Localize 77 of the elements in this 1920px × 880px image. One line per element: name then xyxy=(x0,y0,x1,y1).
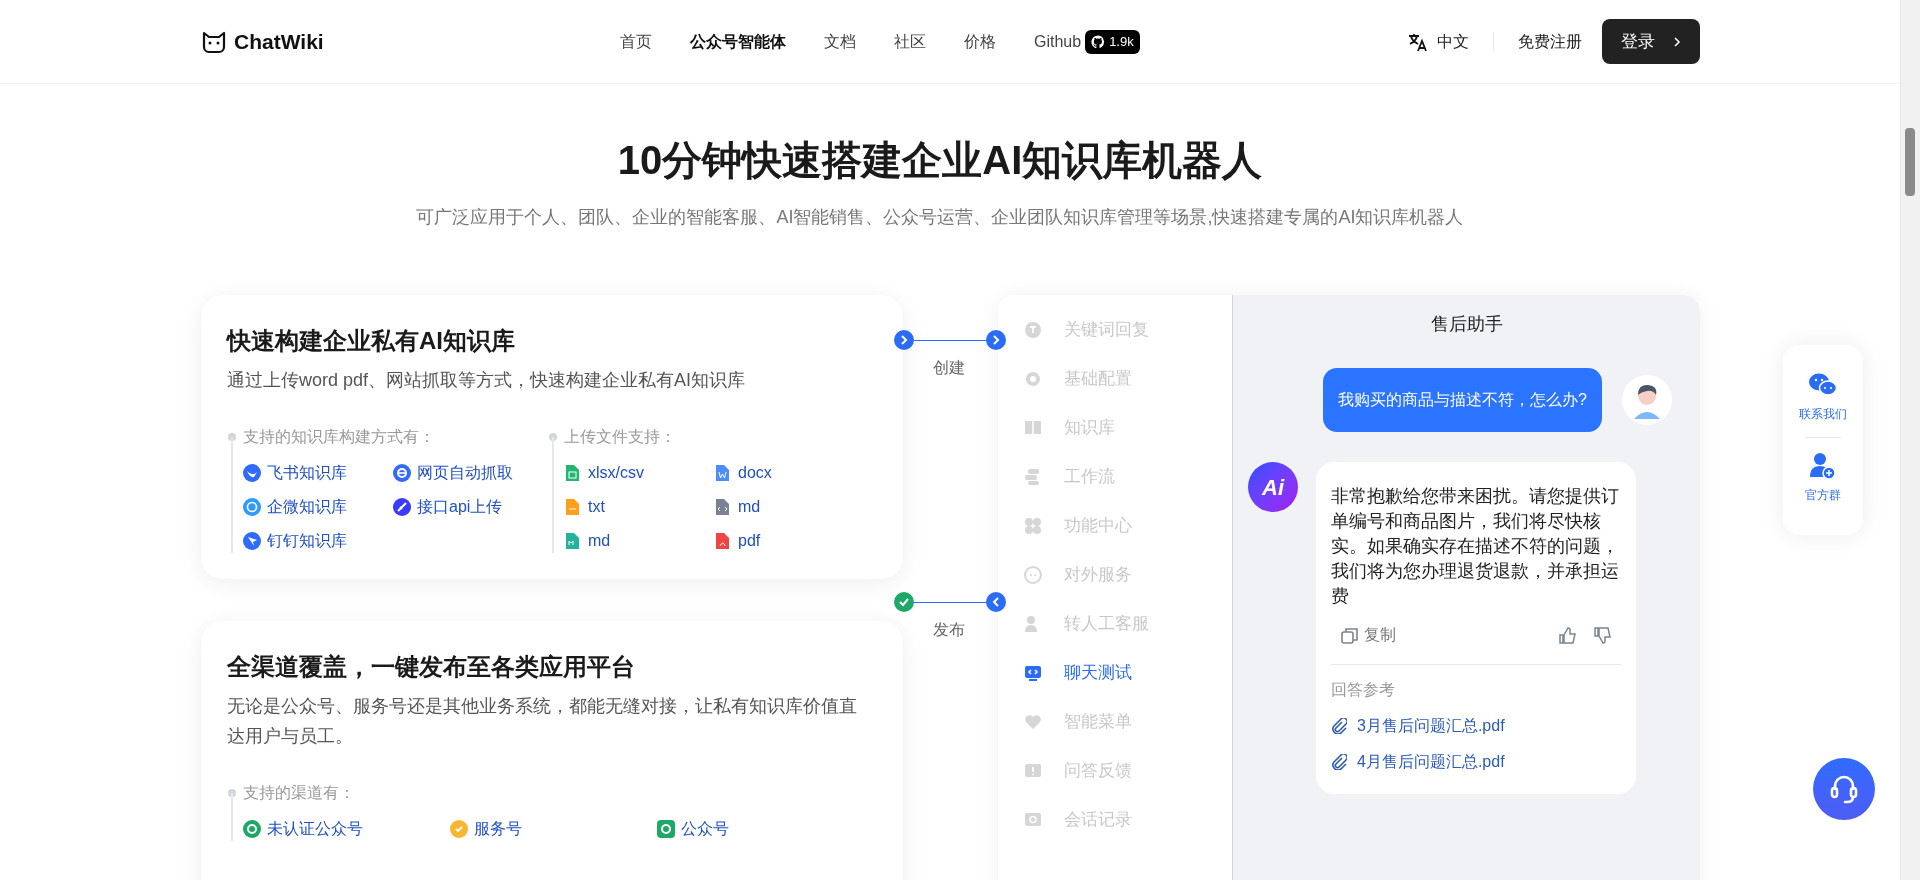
chevron-right-icon xyxy=(1673,36,1681,47)
translate-icon xyxy=(1407,31,1427,52)
thumbs-up-button[interactable] xyxy=(1559,626,1576,644)
register-link[interactable]: 免费注册 xyxy=(1518,29,1582,54)
code-file-icon xyxy=(714,498,732,516)
smiley-icon xyxy=(1024,566,1042,584)
list-item-text: docx xyxy=(738,463,772,483)
references-heading: 回答参考 xyxy=(1331,680,1396,700)
ai-avatar: Ai xyxy=(1248,462,1298,512)
paperclip-icon xyxy=(1331,718,1347,734)
alert-icon xyxy=(1024,762,1042,780)
list-item-text: md xyxy=(588,531,611,551)
list-item-text: xlsx/csv xyxy=(588,463,644,483)
user-avatar-icon xyxy=(1622,375,1672,425)
assistant-message: 非常抱歉给您带来困扰。请您提供订单编号和商品图片，我们将尽快核实。如果确实存在描述不符的问题，我们将为您办理退货退款，并承担运费 xyxy=(1331,485,1620,608)
chat-title: 售后助手 xyxy=(1429,313,1504,336)
reference-link[interactable]: 3月售后问题汇总.pdf xyxy=(1331,714,1621,738)
thumbs-down-button[interactable] xyxy=(1594,626,1611,644)
word-file-icon xyxy=(714,464,732,482)
paperclip-icon xyxy=(1331,754,1347,770)
badge-check-icon xyxy=(450,820,468,838)
connector-line xyxy=(914,602,986,603)
markdown-file-icon xyxy=(564,532,582,550)
card-description: 通过上传word pdf、网站抓取等方式，快速构建企业私有AI知识库 xyxy=(227,369,747,392)
thumbs-up-icon xyxy=(1559,626,1576,644)
scrollbar-thumb[interactable] xyxy=(1905,128,1915,196)
card-description: 无论是公众号、服务号还是其他业务系统，都能无缝对接，让私有知识库价值直达用户与员工。 xyxy=(227,695,858,748)
list-item-text: 网页自动抓取 xyxy=(417,463,513,483)
user-message: 我购买的商品与描述不符，怎么办? xyxy=(1323,368,1602,432)
contact-button[interactable]: 联系我们 xyxy=(1799,371,1847,423)
monitor-icon xyxy=(1024,664,1042,682)
step-label: 创建 xyxy=(933,358,965,378)
list-item-text: 接口api上传 xyxy=(417,497,503,517)
language-button[interactable]: 中文 xyxy=(1407,29,1469,54)
copy-button[interactable]: 复制 xyxy=(1341,623,1396,647)
connector-line xyxy=(914,340,986,341)
contact-button[interactable]: 官方群 xyxy=(1805,452,1841,504)
list-item-text: 飞书知识库 xyxy=(267,463,347,483)
group-heading: 支持的渠道有： xyxy=(243,783,356,803)
login-button[interactable]: 登录 xyxy=(1602,19,1700,64)
list-item-text: txt xyxy=(588,497,605,517)
spreadsheet-file-icon xyxy=(564,464,582,482)
add-user-icon xyxy=(1808,452,1838,480)
grid-icon xyxy=(1024,517,1042,535)
list-item-text: 公众号 xyxy=(681,819,729,839)
headset-icon xyxy=(1829,773,1859,805)
hero-title: 10分钟快速搭建企业AI知识库机器人 xyxy=(617,137,1263,184)
nav-link[interactable]: 价格 xyxy=(964,29,996,54)
list-item-text: 钉钉知识库 xyxy=(267,531,347,551)
copy-icon xyxy=(1341,626,1358,644)
card-title: 全渠道覆盖，一键发布至各类应用平台 xyxy=(227,652,636,682)
nav-link[interactable]: 首页 xyxy=(620,29,652,54)
nav-link[interactable]: 文档 xyxy=(824,29,856,54)
list-item-text: 服务号 xyxy=(474,819,522,839)
list-item-text: pdf xyxy=(738,531,761,551)
list-item-text: 未认证公众号 xyxy=(267,819,363,839)
list-item-text: 企微知识库 xyxy=(267,497,347,517)
thumbs-down-icon xyxy=(1594,626,1611,644)
logo-text: ChatWiki xyxy=(234,28,324,55)
group-heading: 上传文件支持： xyxy=(564,427,677,447)
step-label: 发布 xyxy=(933,620,965,640)
card-title: 快速构建企业私有AI知识库 xyxy=(227,326,516,356)
book-icon xyxy=(1024,419,1042,437)
nav-link[interactable]: 社区 xyxy=(894,29,926,54)
timeline-line xyxy=(228,789,236,841)
group-heading: 支持的知识库构建方式有： xyxy=(243,427,436,447)
nav-link[interactable]: 公众号智能体 xyxy=(690,29,786,54)
github-icon xyxy=(1091,34,1106,49)
heart-icon xyxy=(1024,713,1042,731)
nav-link[interactable]: Github xyxy=(1034,29,1082,54)
star-count-badge[interactable]: 1.9k xyxy=(1085,29,1140,54)
list-item-text: md xyxy=(738,497,761,517)
menu-item[interactable]: 聊天测试 xyxy=(1024,662,1232,684)
hero-subtitle: 可广泛应用于个人、团队、企业的智能客服、AI智能销售、公众号运营、企业团队知识库管理等场景,快速搭建专属的AI知识库机器人 xyxy=(416,206,1464,229)
reference-link[interactable]: 4月售后问题汇总.pdf xyxy=(1331,750,1621,774)
pdf-file-icon xyxy=(714,532,732,550)
text-file-icon xyxy=(564,498,582,516)
